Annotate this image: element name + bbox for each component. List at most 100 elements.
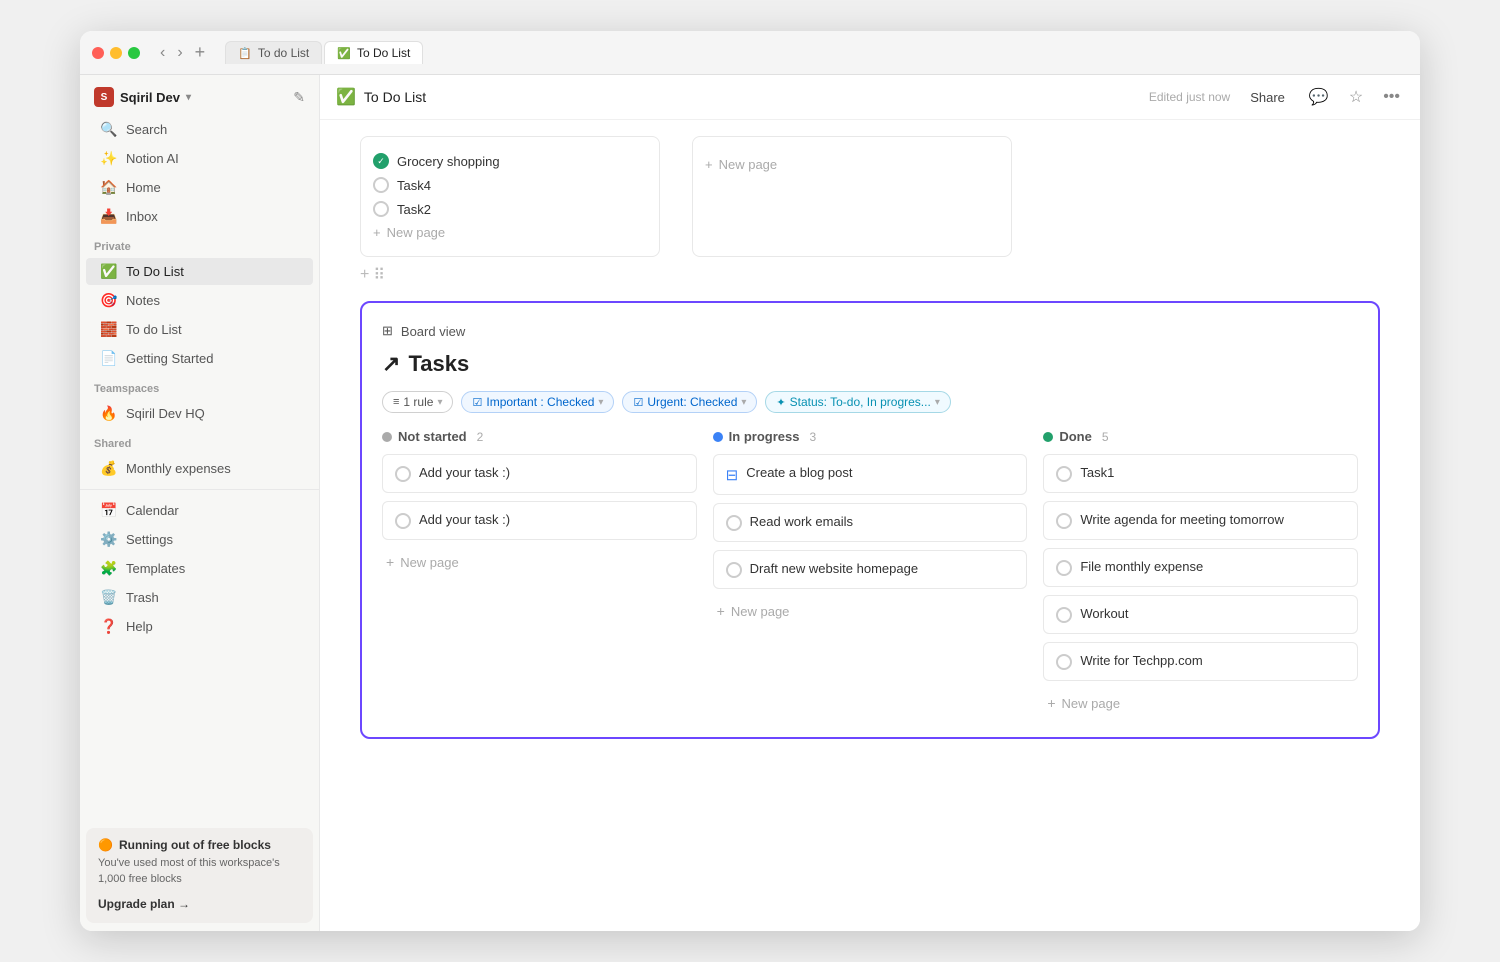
task-card-add-2[interactable]: Add your task :) bbox=[382, 501, 697, 540]
column-done: Done 5 Task1 Write agenda for meeting to… bbox=[1043, 429, 1358, 717]
filter-important[interactable]: ☑ Important : Checked ▾ bbox=[461, 391, 614, 413]
maximize-button[interactable] bbox=[128, 47, 140, 59]
col-new-page-in-progress[interactable]: + New page bbox=[713, 597, 1028, 625]
comment-button[interactable]: 💬 bbox=[1305, 83, 1333, 111]
col-count-not-started: 2 bbox=[477, 430, 484, 444]
sidebar-header: S Sqiril Dev ▾ ✎ bbox=[80, 75, 319, 115]
col-new-page-label-in-progress: New page bbox=[731, 604, 790, 619]
sidebar-item-help[interactable]: ❓ Help bbox=[86, 613, 313, 640]
new-page-label-1: New page bbox=[387, 225, 446, 240]
todo-list-2-icon: 🧱 bbox=[100, 321, 118, 338]
sidebar-item-todo-list-2[interactable]: 🧱 To do List bbox=[86, 316, 313, 343]
col-label-in-progress: In progress bbox=[729, 429, 800, 444]
checkbox-grocery[interactable]: ✓ bbox=[373, 153, 389, 169]
filter-important-chevron: ▾ bbox=[598, 397, 603, 408]
task-circle-workout bbox=[1056, 607, 1072, 623]
checkbox-task2[interactable] bbox=[373, 201, 389, 217]
plus-icon-2: + bbox=[705, 157, 713, 172]
home-icon: 🏠 bbox=[100, 179, 118, 196]
new-page-link-2[interactable]: + New page bbox=[705, 153, 999, 176]
column-header-in-progress: In progress 3 bbox=[713, 429, 1028, 444]
task-card-techpp[interactable]: Write for Techpp.com bbox=[1043, 642, 1358, 681]
sidebar-item-notion-ai[interactable]: ✨ Notion AI bbox=[86, 145, 313, 172]
task-card-task1[interactable]: Task1 bbox=[1043, 454, 1358, 493]
tab-todo-list-2[interactable]: ✅ To Do List bbox=[324, 41, 423, 64]
tab-todo-list-1[interactable]: 📋 To do List bbox=[225, 41, 322, 64]
page-title-bar: ✅ To Do List bbox=[336, 87, 1141, 107]
shared-section-label: Shared bbox=[80, 428, 319, 454]
col-new-page-done[interactable]: + New page bbox=[1043, 689, 1358, 717]
templates-icon: 🧩 bbox=[100, 560, 118, 577]
column-not-started: Not started 2 Add your task :) Add your … bbox=[382, 429, 697, 717]
col-dot-in-progress bbox=[713, 432, 723, 442]
checkbox-task4[interactable] bbox=[373, 177, 389, 193]
task-card-expense[interactable]: File monthly expense bbox=[1043, 548, 1358, 587]
sidebar-item-trash[interactable]: 🗑️ Trash bbox=[86, 584, 313, 611]
workspace-chevron-icon: ▾ bbox=[186, 92, 191, 103]
filter-rule-label: 1 rule bbox=[403, 395, 433, 409]
filter-urgent[interactable]: ☑ Urgent: Checked ▾ bbox=[622, 391, 757, 413]
new-page-link-1[interactable]: + New page bbox=[373, 221, 647, 244]
task-card-homepage[interactable]: Draft new website homepage bbox=[713, 550, 1028, 589]
sidebar-item-sqiril-hq[interactable]: 🔥 Sqiril Dev HQ bbox=[86, 400, 313, 427]
notion-ai-icon: ✨ bbox=[100, 150, 118, 167]
board-title: ↗ Tasks bbox=[382, 351, 1358, 377]
sidebar-item-label-trash: Trash bbox=[126, 590, 159, 605]
more-button[interactable]: ••• bbox=[1379, 84, 1404, 110]
new-tab-button[interactable]: + bbox=[191, 40, 210, 65]
filter-status[interactable]: ✦ Status: To-do, In progres... ▾ bbox=[765, 391, 950, 413]
sidebar-item-inbox[interactable]: 📥 Inbox bbox=[86, 203, 313, 230]
trash-icon: 🗑️ bbox=[100, 589, 118, 606]
task-circle-homepage bbox=[726, 562, 742, 578]
upgrade-box-desc: You've used most of this workspace's 1,0… bbox=[98, 856, 301, 887]
forward-button[interactable]: › bbox=[173, 40, 186, 65]
private-section-label: Private bbox=[80, 231, 319, 257]
upgrade-box: 🟠 Running out of free blocks You've used… bbox=[86, 828, 313, 923]
tab-icon-2: ✅ bbox=[337, 47, 351, 60]
task-card-workout[interactable]: Workout bbox=[1043, 595, 1358, 634]
sidebar-item-settings[interactable]: ⚙️ Settings bbox=[86, 526, 313, 553]
sidebar-item-calendar[interactable]: 📅 Calendar bbox=[86, 497, 313, 524]
app-window: ‹ › + 📋 To do List ✅ To Do List S Sqiril… bbox=[80, 31, 1420, 931]
card-item-label-task4: Task4 bbox=[397, 178, 431, 193]
sidebar-item-label-notes: Notes bbox=[126, 293, 160, 308]
sidebar-item-templates[interactable]: 🧩 Templates bbox=[86, 555, 313, 582]
sidebar-item-todo-list[interactable]: ✅ To Do List bbox=[86, 258, 313, 285]
task-card-add-1[interactable]: Add your task :) bbox=[382, 454, 697, 493]
sidebar-item-getting-started[interactable]: 📄 Getting Started bbox=[86, 345, 313, 372]
share-button[interactable]: Share bbox=[1242, 86, 1293, 109]
sidebar-item-search[interactable]: 🔍 Search bbox=[86, 116, 313, 143]
filter-rule[interactable]: ≡ 1 rule ▾ bbox=[382, 391, 453, 413]
sidebar-item-label-getting-started: Getting Started bbox=[126, 351, 213, 366]
filter-rule-icon: ≡ bbox=[393, 396, 399, 408]
col-label-done: Done bbox=[1059, 429, 1092, 444]
minimize-button[interactable] bbox=[110, 47, 122, 59]
workspace-name[interactable]: S Sqiril Dev ▾ bbox=[94, 87, 191, 107]
task-card-blog-post[interactable]: ⊟ Create a blog post bbox=[713, 454, 1028, 495]
sidebar-item-home[interactable]: 🏠 Home bbox=[86, 174, 313, 201]
close-button[interactable] bbox=[92, 47, 104, 59]
upgrade-box-title: 🟠 Running out of free blocks bbox=[98, 838, 301, 852]
titlebar: ‹ › + 📋 To do List ✅ To Do List bbox=[80, 31, 1420, 75]
task-label-expense: File monthly expense bbox=[1080, 559, 1203, 574]
back-button[interactable]: ‹ bbox=[156, 40, 169, 65]
sqiril-hq-icon: 🔥 bbox=[100, 405, 118, 422]
help-icon: ❓ bbox=[100, 618, 118, 635]
tab-icon-1: 📋 bbox=[238, 47, 252, 60]
board-columns: Not started 2 Add your task :) Add your … bbox=[382, 429, 1358, 717]
workspace-label: Sqiril Dev bbox=[120, 90, 180, 105]
col-new-page-not-started[interactable]: + New page bbox=[382, 548, 697, 576]
todo-list-icon: ✅ bbox=[100, 263, 118, 280]
edit-icon[interactable]: ✎ bbox=[293, 89, 305, 106]
calendar-icon: 📅 bbox=[100, 502, 118, 519]
upgrade-link[interactable]: Upgrade plan → bbox=[98, 897, 190, 911]
task-circle-expense bbox=[1056, 560, 1072, 576]
sidebar-item-monthly-expenses[interactable]: 💰 Monthly expenses bbox=[86, 455, 313, 482]
workspace-avatar: S bbox=[94, 87, 114, 107]
task-circle-task1 bbox=[1056, 466, 1072, 482]
task-card-agenda[interactable]: Write agenda for meeting tomorrow bbox=[1043, 501, 1358, 540]
filter-rule-chevron: ▾ bbox=[437, 397, 442, 408]
star-button[interactable]: ☆ bbox=[1345, 83, 1367, 111]
task-card-emails[interactable]: Read work emails bbox=[713, 503, 1028, 542]
sidebar-item-notes[interactable]: 🎯 Notes bbox=[86, 287, 313, 314]
